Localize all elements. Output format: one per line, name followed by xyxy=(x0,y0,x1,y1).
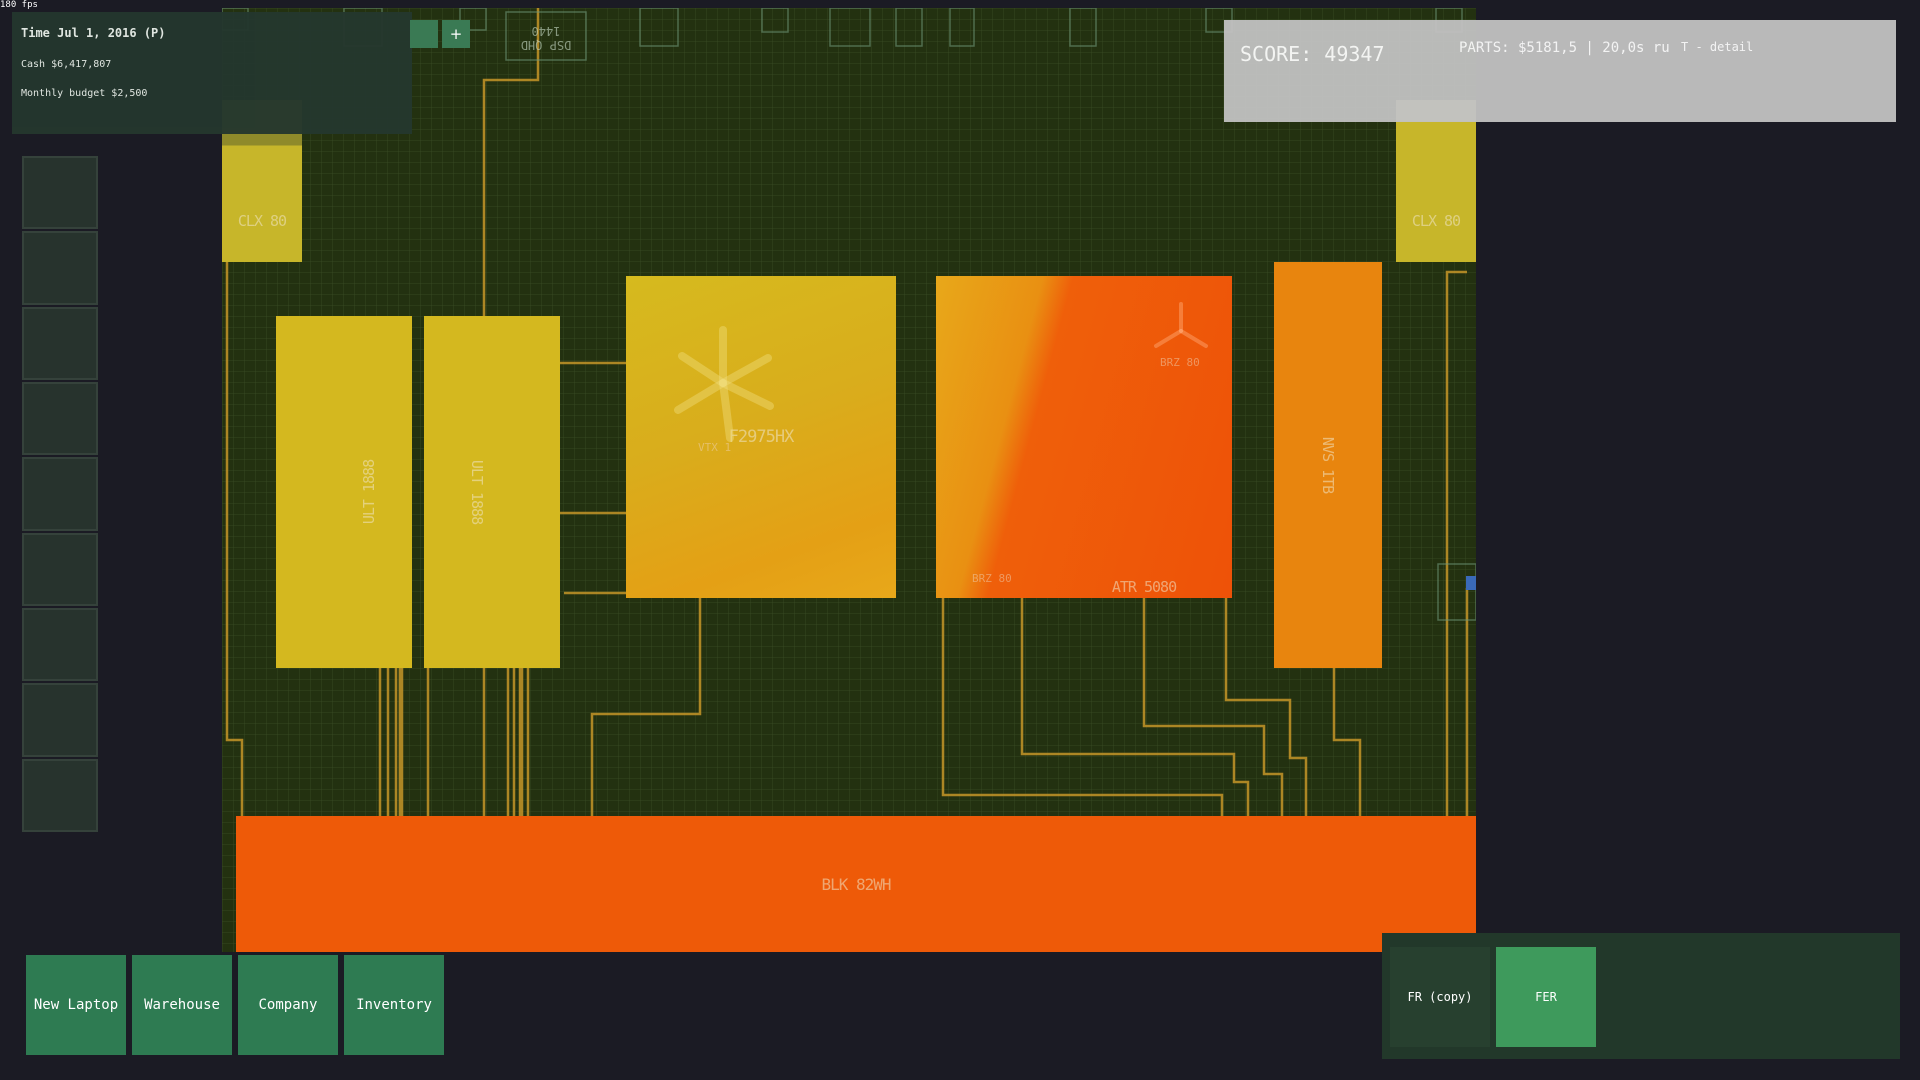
slot[interactable] xyxy=(22,231,98,305)
ssd-module[interactable]: NVS 1TB xyxy=(1274,262,1382,668)
ram-2-label: ULT 1888 xyxy=(468,459,486,525)
score-panel: SCORE: 49347 PARTS: $5181,5 | 20,0s ru T… xyxy=(1224,20,1896,122)
ram-module-2[interactable]: ULT 1888 xyxy=(424,316,560,668)
motherboard[interactable]: CLX 80 CLX 80 ULT 1888 ULT 1888 F2975HX … xyxy=(222,8,1476,952)
fan-icon xyxy=(674,326,774,442)
design-selector: FR (copy) FER xyxy=(1382,933,1900,1059)
clx-left-label: CLX 80 xyxy=(237,212,287,230)
main-navigation: New Laptop Warehouse Company Inventory xyxy=(26,955,444,1055)
score-value: SCORE: 49347 xyxy=(1240,42,1385,66)
battery-pack[interactable]: BLK 82WH xyxy=(236,816,1476,952)
monthly-budget: Monthly budget $2,500 xyxy=(21,88,148,99)
company-button[interactable]: Company xyxy=(238,955,338,1055)
design-fer[interactable]: FER xyxy=(1496,947,1596,1047)
warehouse-button[interactable]: Warehouse xyxy=(132,955,232,1055)
display-connector-label: DSP QHD 1440 xyxy=(520,24,572,52)
speed-button[interactable] xyxy=(410,20,438,48)
slot[interactable] xyxy=(22,306,98,380)
detail-hint: T - detail xyxy=(1681,40,1754,54)
ram-module-1[interactable]: ULT 1888 xyxy=(276,316,412,668)
fps-counter: 180 fps xyxy=(0,0,38,10)
new-laptop-button[interactable]: New Laptop xyxy=(26,955,126,1055)
clx-right-label: CLX 80 xyxy=(1411,212,1461,230)
gpu-sub-label-2: BRZ 80 xyxy=(972,572,1012,585)
slot[interactable] xyxy=(22,457,98,531)
status-hud: Time Jul 1, 2016 (P) Cash $6,417,807 Mon… xyxy=(12,12,412,134)
inventory-button[interactable]: Inventory xyxy=(344,955,444,1055)
cash-amount: Cash $6,417,807 xyxy=(21,59,112,70)
component-slots xyxy=(22,156,98,832)
slot[interactable] xyxy=(22,381,98,456)
ram-1-label: ULT 1888 xyxy=(360,459,378,525)
slot[interactable] xyxy=(22,758,98,832)
clx-right-chip[interactable]: CLX 80 xyxy=(1396,100,1476,262)
usb-port-icon xyxy=(1466,576,1476,590)
gpu-fan-icon xyxy=(1154,302,1208,348)
slot[interactable] xyxy=(22,683,98,757)
design-fr-copy[interactable]: FR (copy) xyxy=(1390,947,1490,1047)
battery-label: BLK 82WH xyxy=(821,874,891,894)
slot[interactable] xyxy=(22,607,98,682)
gpu-chip[interactable]: ATR 5080 BRZ 80 BRZ 80 xyxy=(936,276,1232,598)
slot[interactable] xyxy=(22,156,98,230)
cpu-chip[interactable]: F2975HX VTX 1 xyxy=(626,276,896,598)
gpu-label: ATR 5080 xyxy=(1111,578,1177,596)
plus-button[interactable]: + xyxy=(442,20,470,48)
ssd-label: NVS 1TB xyxy=(1319,436,1337,494)
slot[interactable] xyxy=(22,532,98,606)
parts-cost: PARTS: $5181,5 | 20,0s ru xyxy=(1459,40,1670,56)
game-time: Time Jul 1, 2016 (P) xyxy=(21,26,166,40)
